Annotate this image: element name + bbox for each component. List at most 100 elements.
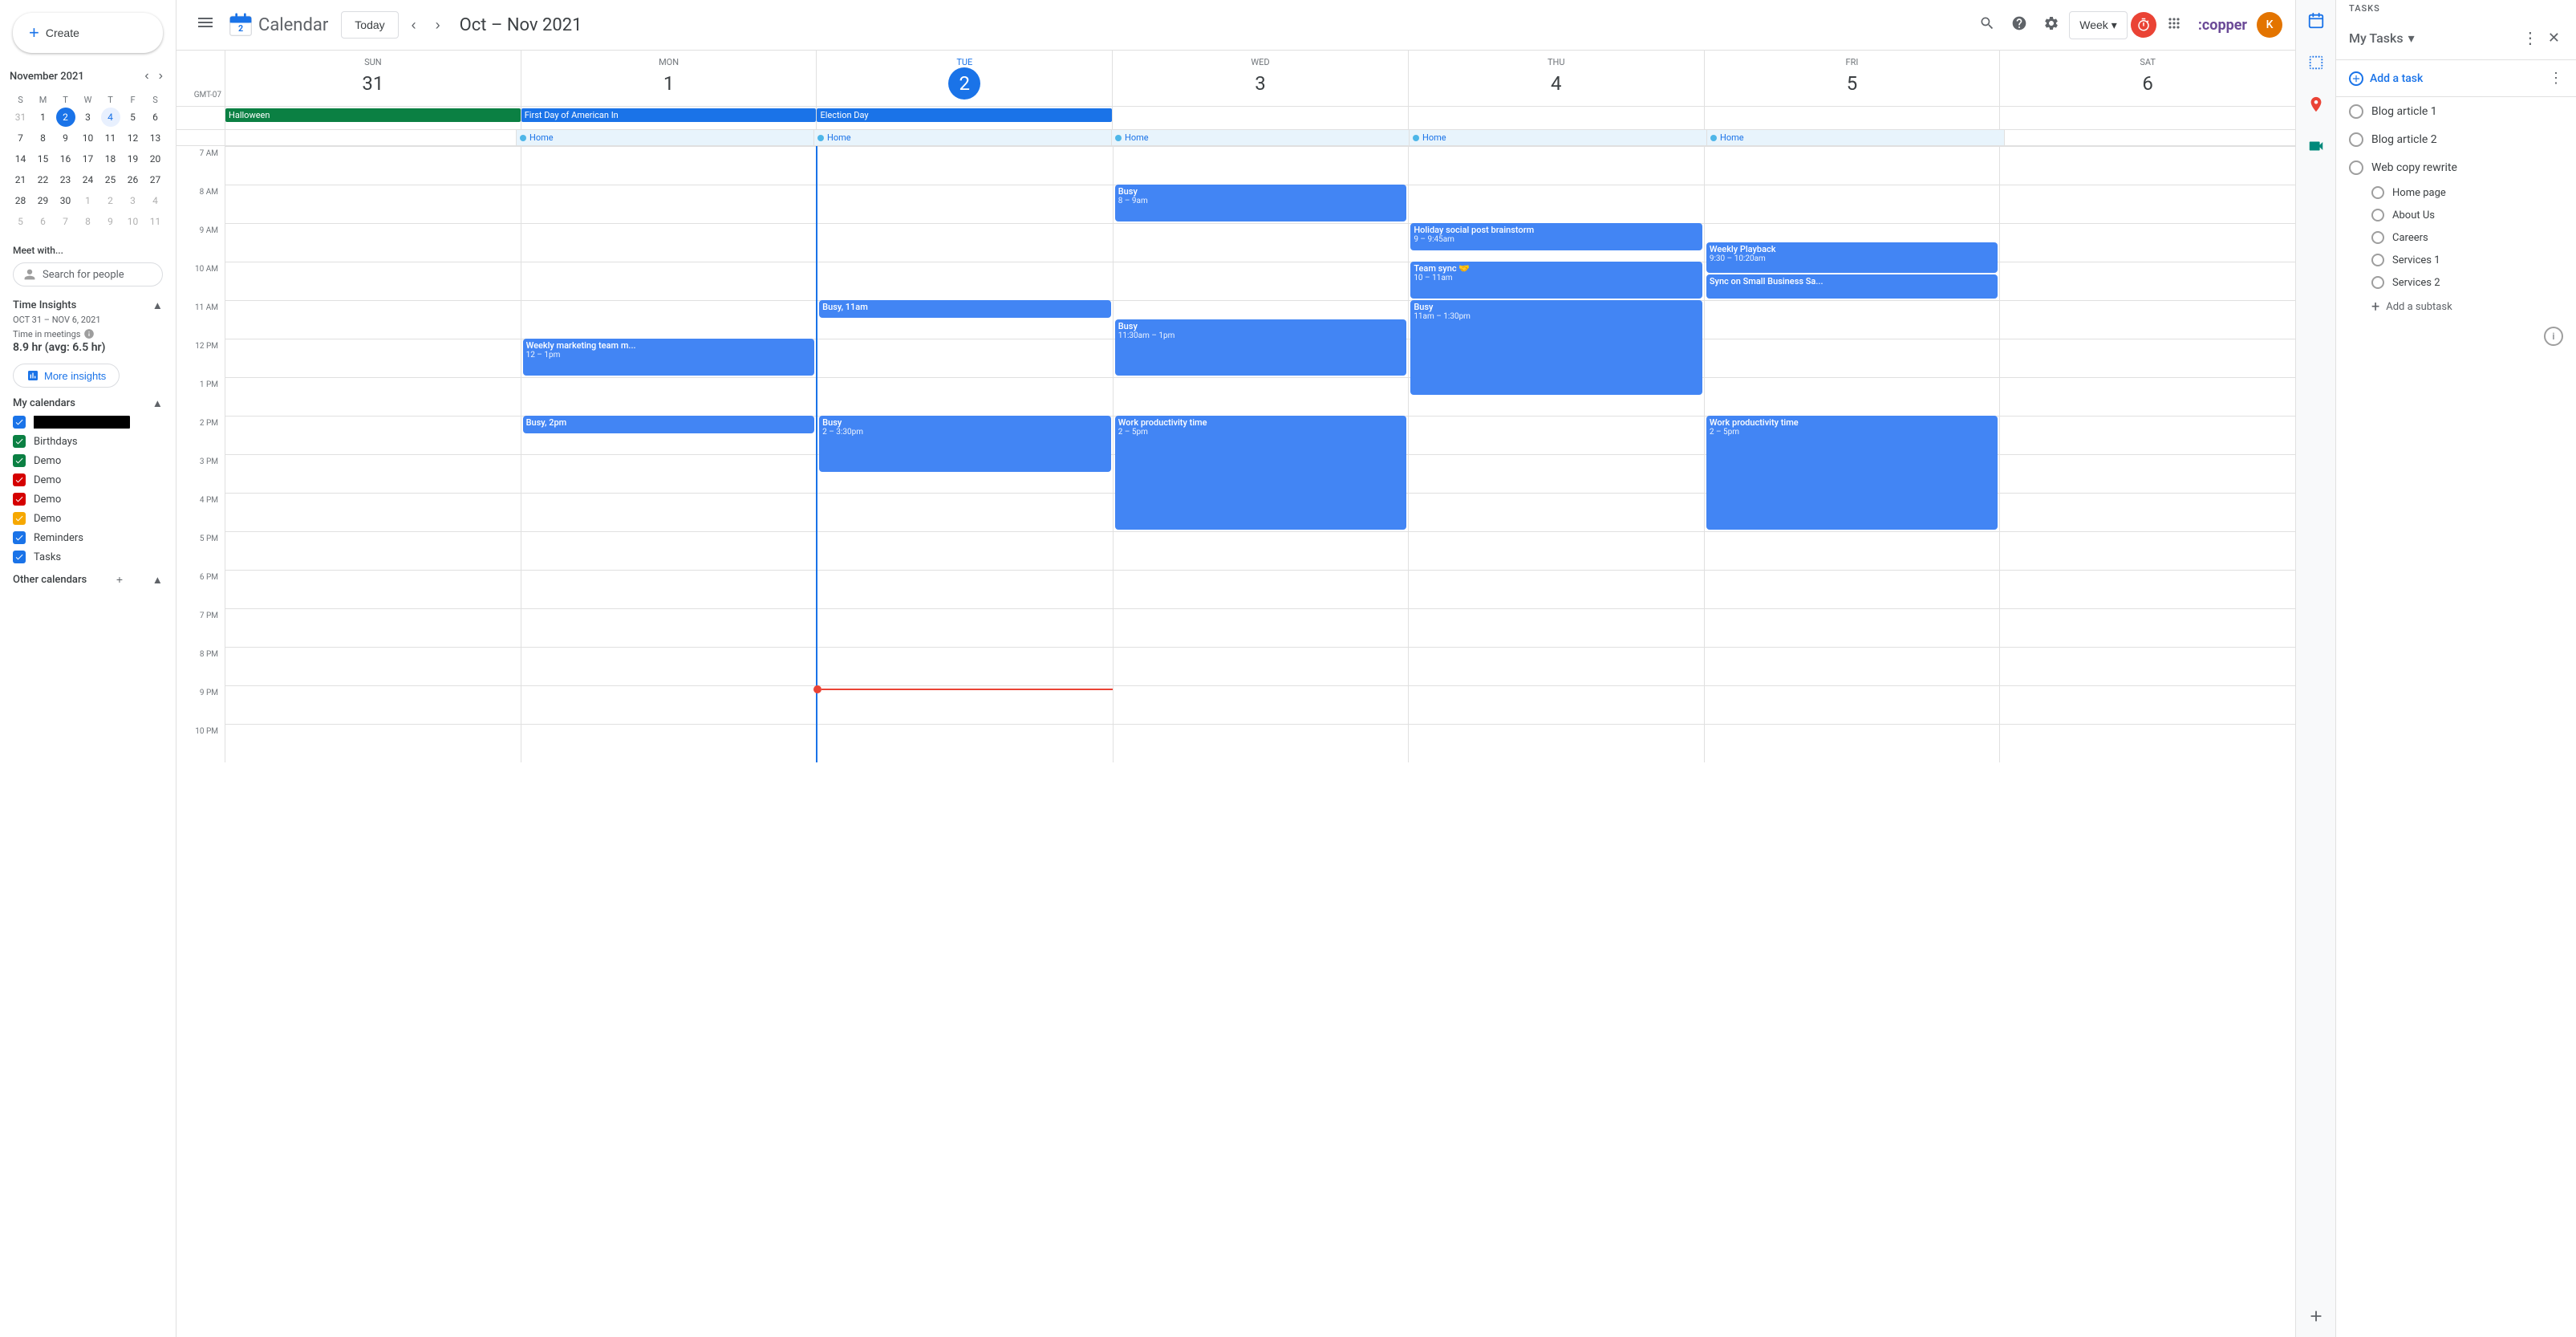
mini-cal-day[interactable]: 12 [124, 128, 143, 148]
home-cell-mon[interactable]: Home [516, 130, 813, 145]
calendar-item-6[interactable]: Reminders [0, 528, 176, 547]
tasks-info-icon[interactable]: i [2544, 327, 2563, 346]
mini-cal-day[interactable]: 28 [11, 191, 30, 210]
day-num-sun[interactable]: 31 [357, 67, 389, 100]
mini-cal-day[interactable]: 2 [101, 191, 120, 210]
event-10[interactable]: Busy2 – 3:30pm [819, 416, 1111, 472]
my-calendars-header[interactable]: My calendars ▲ [0, 391, 176, 412]
menu-button[interactable] [189, 6, 221, 43]
mini-cal-day[interactable]: 9 [101, 212, 120, 231]
day-num-fri[interactable]: 5 [1836, 67, 1868, 100]
other-calendars-header[interactable]: Other calendars + ▲ [0, 567, 176, 589]
week-selector-button[interactable]: Week ▾ [2069, 11, 2128, 39]
mini-cal-day[interactable]: 11 [146, 212, 165, 231]
task-subitem-2-0[interactable]: Home page [2336, 181, 2576, 204]
event-3[interactable]: Weekly Playback9:30 – 10:20am [1706, 242, 1998, 273]
day-num-thu[interactable]: 4 [1540, 67, 1572, 100]
calendar-item-0[interactable]: █████████████ [0, 412, 176, 432]
side-tasks-icon[interactable] [2302, 48, 2331, 77]
election-day-event[interactable]: Election Day [817, 108, 1112, 122]
home-cell-fri[interactable]: Home [1706, 130, 2004, 145]
user-avatar[interactable]: K [2257, 12, 2282, 38]
mini-cal-day[interactable]: 3 [79, 108, 98, 127]
first-day-american-event[interactable]: First Day of American In [521, 108, 817, 122]
home-cell-wed[interactable]: Home [1111, 130, 1409, 145]
task-subitem-2-4[interactable]: Services 2 [2336, 271, 2576, 294]
calendar-item-2[interactable]: Demo [0, 451, 176, 470]
mini-cal-day[interactable]: 6 [34, 212, 53, 231]
side-add-icon[interactable] [2302, 1302, 2331, 1331]
mini-cal-day[interactable]: 6 [146, 108, 165, 127]
mini-cal-day[interactable]: 24 [79, 170, 98, 189]
settings-button[interactable] [2037, 9, 2066, 42]
add-task-more-icon[interactable]: ⋮ [2549, 70, 2563, 87]
mini-cal-day[interactable]: 23 [56, 170, 75, 189]
mini-cal-day[interactable]: 20 [146, 149, 165, 169]
mini-cal-day[interactable]: 17 [79, 149, 98, 169]
mini-cal-day[interactable]: 5 [11, 212, 30, 231]
mini-cal-next[interactable]: › [156, 66, 166, 87]
side-meet-icon[interactable] [2302, 132, 2331, 161]
event-4[interactable]: Sync on Small Business Sa... [1706, 274, 1998, 299]
mini-cal-day[interactable]: 10 [79, 128, 98, 148]
mini-cal-day[interactable]: 5 [124, 108, 143, 127]
mini-cal-day[interactable]: 18 [101, 149, 120, 169]
day-num-wed[interactable]: 3 [1244, 67, 1276, 100]
tasks-close-button[interactable]: ✕ [2545, 26, 2563, 50]
mini-cal-day[interactable]: 30 [56, 191, 75, 210]
event-1[interactable]: Holiday social post brainstorm9 – 9:45am [1410, 223, 1702, 250]
calendar-item-4[interactable]: Demo [0, 490, 176, 509]
mini-cal-day[interactable]: 3 [124, 191, 143, 210]
task-subitem-2-1[interactable]: About Us [2336, 204, 2576, 226]
mini-cal-day[interactable]: 11 [101, 128, 120, 148]
mini-cal-prev[interactable]: ‹ [141, 66, 152, 87]
calendar-item-7[interactable]: Tasks [0, 547, 176, 567]
next-button[interactable]: › [429, 10, 447, 40]
event-2[interactable]: Team sync 🤝10 – 11am [1410, 262, 1702, 299]
add-subtask-row[interactable]: +Add a subtask [2336, 294, 2576, 320]
home-cell-thu[interactable]: Home [1409, 130, 1706, 145]
more-insights-button[interactable]: More insights [13, 364, 120, 388]
halloween-event[interactable]: Halloween [225, 108, 521, 122]
task-item-2[interactable]: Web copy rewrite⋮ [2336, 153, 2576, 181]
mini-cal-day[interactable]: 19 [124, 149, 143, 169]
mini-cal-day[interactable]: 13 [146, 128, 165, 148]
event-8[interactable]: Busy11am – 1:30pm [1410, 300, 1702, 395]
mini-cal-day[interactable]: 14 [11, 149, 30, 169]
my-calendars-toggle[interactable]: ▲ [152, 397, 163, 409]
other-calendars-add[interactable]: + [116, 573, 123, 586]
mini-cal-day[interactable]: 15 [34, 149, 53, 169]
event-5[interactable]: Weekly marketing team m...12 – 1pm [523, 339, 815, 376]
search-people-input[interactable]: Search for people [13, 262, 163, 286]
apps-button[interactable] [2160, 9, 2189, 42]
side-calendar-icon[interactable] [2302, 6, 2331, 35]
task-item-0[interactable]: Blog article 1⋮ [2336, 97, 2576, 125]
mini-cal-day[interactable]: 1 [79, 191, 98, 210]
event-12[interactable]: Work productivity time2 – 5pm [1706, 416, 1998, 530]
search-button[interactable] [1973, 9, 2002, 42]
mini-cal-day[interactable]: 25 [101, 170, 120, 189]
mini-cal-day[interactable]: 7 [56, 212, 75, 231]
today-button[interactable]: Today [341, 11, 398, 39]
mini-cal-day[interactable]: 16 [56, 149, 75, 169]
mini-cal-day[interactable]: 29 [34, 191, 53, 210]
add-task-row[interactable]: Add a task ⋮ [2336, 60, 2576, 97]
tasks-dropdown-icon[interactable]: ▾ [2408, 30, 2415, 46]
home-cell-tue[interactable]: Home [813, 130, 1111, 145]
prev-button[interactable]: ‹ [405, 10, 423, 40]
day-num-mon[interactable]: 1 [653, 67, 685, 100]
mini-cal-day[interactable]: 8 [34, 128, 53, 148]
calendar-item-1[interactable]: Birthdays [0, 432, 176, 451]
mini-cal-day[interactable]: 31 [11, 108, 30, 127]
event-0[interactable]: Busy8 – 9am [1115, 185, 1407, 221]
mini-cal-day[interactable]: 26 [124, 170, 143, 189]
side-maps-icon[interactable] [2302, 90, 2331, 119]
mini-cal-day[interactable]: 4 [146, 191, 165, 210]
tasks-more-icon[interactable]: ⋮ [2522, 28, 2538, 48]
time-insights-toggle[interactable]: ▲ [152, 299, 163, 311]
help-button[interactable] [2005, 9, 2034, 42]
event-6[interactable]: Busy, 11am [819, 300, 1111, 318]
calendar-item-3[interactable]: Demo [0, 470, 176, 490]
other-calendars-toggle[interactable]: ▲ [152, 574, 163, 586]
create-button[interactable]: + Create [13, 13, 163, 53]
